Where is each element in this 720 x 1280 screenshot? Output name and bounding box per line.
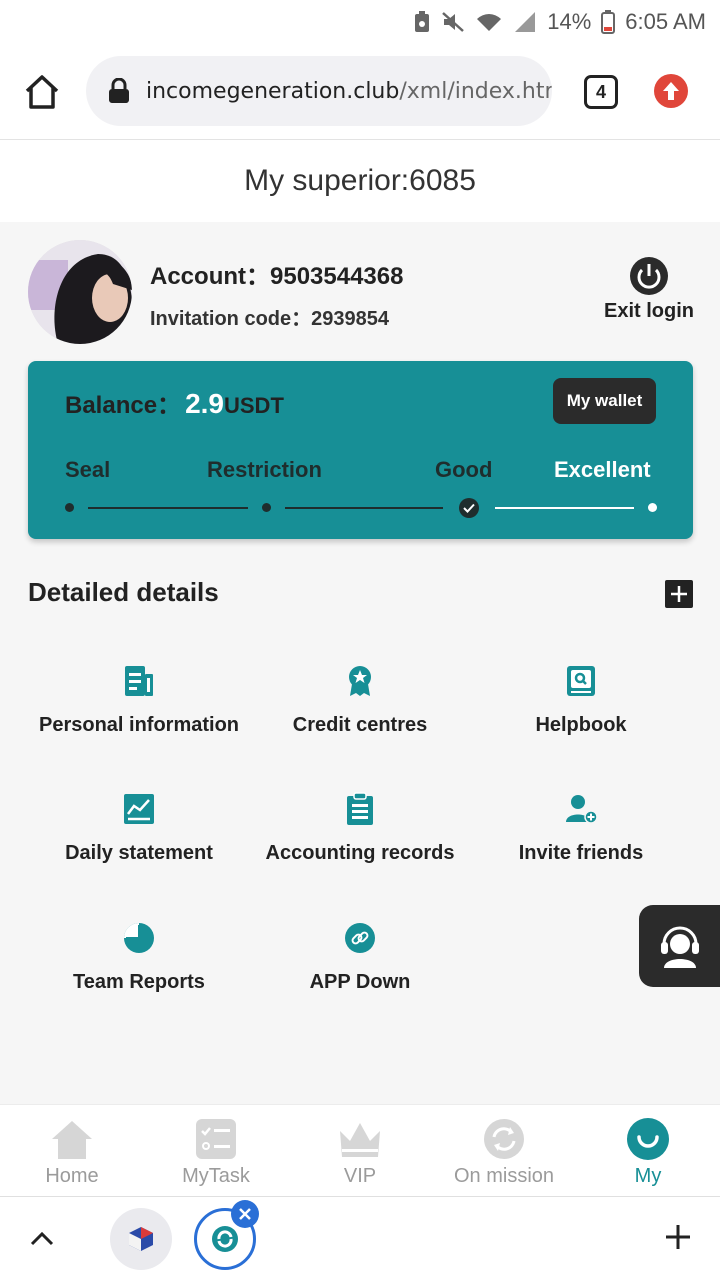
balance: Balance： 2.9 USDT (65, 385, 284, 420)
balance-unit: USDT (224, 393, 284, 418)
url-text: incomegeneration.club/xml/index.html#/ (146, 79, 552, 104)
home-outline-icon (25, 75, 59, 109)
account-number: Account：9503544368 (150, 263, 404, 290)
exit-login-label: Exit login (604, 300, 694, 322)
battery-icon (601, 10, 616, 34)
item-label: Credit centres (292, 714, 428, 736)
item-label: APP Down (309, 971, 411, 993)
award-icon (349, 666, 371, 696)
clock: 6:05 AM (625, 9, 706, 34)
browser-toolbar: incomegeneration.club/xml/index.html#/ 4 (0, 44, 720, 140)
close-tab-button[interactable] (231, 1200, 259, 1228)
customer-service-button[interactable] (639, 905, 720, 987)
check-icon (463, 503, 475, 513)
nav-label: On mission (453, 1165, 555, 1187)
level-track (285, 507, 443, 509)
nav-vip[interactable]: VIP (288, 1117, 432, 1188)
item-label: Accounting records (265, 842, 455, 864)
signal-icon (513, 11, 537, 33)
avatar (28, 240, 132, 344)
team-reports-item[interactable]: Team Reports (28, 921, 250, 994)
chart-icon (124, 794, 154, 824)
nav-label: My (634, 1165, 662, 1187)
browser-bottom-bar (0, 1196, 720, 1280)
task-list-icon (196, 1119, 236, 1159)
level-dot-restriction (262, 503, 271, 512)
url-host: incomegeneration.club (146, 78, 400, 104)
mute-icon (441, 11, 465, 33)
status-bar: 14% 6:05 AM (0, 0, 720, 44)
credit-centres-item[interactable]: Credit centres (249, 664, 471, 737)
address-bar[interactable]: incomegeneration.club/xml/index.html#/ (86, 56, 552, 126)
headset-icon (660, 926, 699, 968)
item-label: Personal information (38, 714, 240, 736)
tab-switcher-button[interactable]: 4 (584, 75, 618, 109)
power-icon (630, 257, 668, 295)
home-icon (52, 1121, 92, 1159)
invite-friends-item[interactable]: Invite friends (470, 792, 692, 865)
book-icon (567, 666, 595, 696)
level-dot-excellent (648, 503, 657, 512)
nav-mytask[interactable]: MyTask (144, 1117, 288, 1188)
my-wallet-button[interactable]: My wallet (553, 378, 656, 424)
link-icon (345, 923, 375, 953)
level-track-active (495, 507, 634, 509)
accounting-records-item[interactable]: Accounting records (249, 792, 471, 865)
nav-my[interactable]: My (576, 1117, 720, 1188)
document-icon (125, 666, 153, 696)
wifi-icon (475, 11, 503, 33)
nav-label: Home (45, 1165, 99, 1187)
level-seal: Seal (65, 457, 111, 482)
arrow-up-icon (663, 82, 679, 100)
level-track (88, 507, 248, 509)
battery-saver-icon (413, 11, 431, 33)
url-path: /xml/index.html#/ (399, 78, 552, 104)
balance-card: Balance： 2.9 USDT My wallet Seal Restric… (28, 361, 693, 539)
browser-home-button[interactable] (22, 72, 62, 112)
lock-icon (109, 78, 129, 103)
item-label: Helpbook (535, 714, 627, 736)
site-logo-icon (212, 1226, 238, 1252)
crown-icon (340, 1123, 380, 1157)
new-tab-plus-icon[interactable] (664, 1223, 692, 1251)
level-check-good (459, 498, 479, 518)
battery-percent: 14% (547, 9, 592, 34)
nav-label: VIP (343, 1165, 377, 1187)
bottom-navigation: Home MyTask VIP On mission My (0, 1104, 720, 1196)
item-label: Invite friends (518, 842, 644, 864)
exit-login-button[interactable]: Exit login (600, 256, 698, 323)
app-download-item[interactable]: APP Down (249, 921, 471, 994)
pie-chart-icon (124, 923, 154, 953)
daily-statement-item[interactable]: Daily statement (28, 792, 250, 865)
nav-on-mission[interactable]: On mission (432, 1117, 576, 1188)
tab-thumbnail[interactable] (110, 1208, 172, 1270)
level-good: Good (435, 457, 493, 482)
level-excellent: Excellent (554, 457, 651, 482)
nav-label: MyTask (182, 1165, 250, 1187)
level-dot-seal (65, 503, 74, 512)
item-label: Daily statement (65, 842, 213, 864)
chevron-up-icon[interactable] (28, 1225, 56, 1253)
expand-button[interactable] (665, 580, 693, 608)
add-user-icon (566, 795, 598, 824)
item-label: Team Reports (73, 971, 205, 993)
balance-label: Balance： (65, 392, 182, 419)
site-favicon-icon (129, 1227, 153, 1251)
plus-icon (671, 586, 687, 602)
superior-header: My superior:6085 (0, 140, 720, 222)
balance-value: 2.9 (185, 388, 224, 419)
close-icon (239, 1208, 251, 1220)
refresh-icon (484, 1119, 524, 1159)
level-restriction: Restriction (207, 457, 322, 482)
nav-home[interactable]: Home (0, 1117, 144, 1188)
details-title: Detailed details (28, 577, 219, 607)
personal-information-item[interactable]: Personal information (28, 664, 250, 737)
update-button[interactable] (654, 74, 688, 108)
invitation-code: Invitation code：2939854 (150, 308, 389, 330)
helpbook-item[interactable]: Helpbook (470, 664, 692, 737)
clipboard-icon (347, 792, 373, 825)
my-icon (627, 1118, 669, 1160)
